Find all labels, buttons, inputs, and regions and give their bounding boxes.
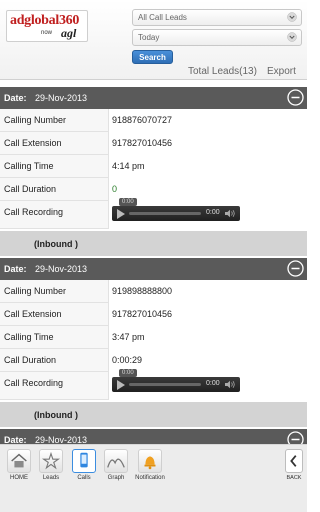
current-time-tooltip: 0:00	[119, 198, 137, 206]
call-extension-value: 917827010456	[108, 303, 307, 326]
back-label: BACK	[286, 475, 302, 481]
top-header: adglobal360 now agl All Call Leads Today…	[0, 0, 307, 80]
record-date-header[interactable]: Date: 29-Nov-2013	[0, 87, 307, 109]
lead-filter-select[interactable]: All Call Leads	[132, 9, 302, 26]
graph-icon	[104, 449, 128, 473]
play-icon[interactable]	[117, 209, 125, 219]
home-icon	[7, 449, 31, 473]
field-label: Calling Number	[4, 286, 67, 296]
nav-leads[interactable]: Leads	[38, 449, 64, 481]
call-duration-value: 0:00:29	[108, 349, 307, 372]
total-time: 0:00	[206, 380, 220, 387]
calling-number-value: 919898888800	[108, 280, 307, 303]
call-extension-value: 917827010456	[108, 132, 307, 155]
field-label: Call Recording	[4, 378, 64, 388]
audio-player[interactable]: 0:00 0:00	[112, 198, 240, 221]
collapse-icon[interactable]	[287, 89, 304, 106]
calling-number-row: Calling Number 918876070727	[0, 109, 307, 132]
bell-icon	[138, 449, 162, 473]
date-label: Date:	[4, 264, 27, 274]
nav-graph-label: Graph	[107, 475, 125, 481]
audio-player[interactable]: 0:00 0:00	[112, 369, 240, 392]
nav-home-label: HOME	[10, 475, 28, 481]
period-filter-value: Today	[138, 33, 160, 42]
field-label: Calling Number	[4, 115, 67, 125]
logo-sub-text: now	[41, 30, 53, 36]
current-time-tooltip: 0:00	[119, 369, 137, 377]
call-duration-row: Call Duration 0:00:29	[0, 349, 307, 372]
seek-bar[interactable]	[129, 212, 201, 215]
field-label: Call Extension	[4, 309, 62, 319]
export-link[interactable]: Export	[267, 66, 296, 77]
back-button[interactable]: BACK	[284, 449, 304, 481]
field-label: Call Duration	[4, 355, 57, 365]
recording-cell: 0:00 0:00	[108, 369, 307, 400]
field-label: Calling Time	[4, 161, 54, 171]
field-label: Call Extension	[4, 138, 62, 148]
calling-time-value: 4:14 pm	[108, 155, 307, 178]
field-label: Call Duration	[4, 184, 57, 194]
period-filter-select[interactable]: Today	[132, 29, 302, 46]
field-label: Call Recording	[4, 207, 64, 217]
call-recording-row: Call Recording 0:00 0:00	[0, 198, 307, 229]
chevron-left-icon	[285, 449, 303, 473]
lead-filter-value: All Call Leads	[138, 13, 187, 22]
recording-cell: 0:00 0:00	[108, 198, 307, 229]
calling-time-row: Calling Time 3:47 pm	[0, 326, 307, 349]
collapse-icon[interactable]	[287, 260, 304, 277]
call-recording-row: Call Recording 0:00 0:00	[0, 369, 307, 400]
calling-number-value: 918876070727	[108, 109, 307, 132]
date-value: 29-Nov-2013	[35, 93, 88, 103]
app-logo: adglobal360 now agl	[6, 10, 88, 42]
total-time: 0:00	[206, 209, 220, 216]
logo-agl-text: agl	[61, 26, 77, 40]
seek-bar[interactable]	[129, 383, 201, 386]
search-button[interactable]: Search	[132, 50, 173, 64]
field-label: Calling Time	[4, 332, 54, 342]
nav-home[interactable]: HOME	[6, 449, 32, 481]
phone-icon	[72, 449, 96, 473]
call-direction-label: (Inbound )	[0, 402, 307, 427]
call-duration-row: Call Duration 0	[0, 178, 307, 201]
nav-calls[interactable]: Calls	[71, 449, 97, 481]
date-label: Date:	[4, 93, 27, 103]
calling-time-value: 3:47 pm	[108, 326, 307, 349]
nav-notification-label: Notification	[135, 475, 165, 481]
nav-calls-label: Calls	[77, 475, 91, 481]
star-icon	[39, 449, 63, 473]
call-direction-label: (Inbound )	[0, 231, 307, 256]
call-extension-row: Call Extension 917827010456	[0, 303, 307, 326]
nav-leads-label: Leads	[42, 475, 60, 481]
total-leads-count: Total Leads(13)	[188, 66, 257, 77]
date-value: 29-Nov-2013	[35, 264, 88, 274]
bottom-navigation: HOME Leads Calls Graph Notification BACK	[0, 444, 307, 512]
calling-time-row: Calling Time 4:14 pm	[0, 155, 307, 178]
calling-number-row: Calling Number 919898888800	[0, 280, 307, 303]
call-duration-value: 0	[108, 178, 307, 201]
nav-notification[interactable]: Notification	[135, 449, 165, 481]
volume-icon[interactable]	[225, 380, 236, 389]
chevron-down-icon	[287, 12, 297, 22]
chevron-down-icon	[287, 32, 297, 42]
play-icon[interactable]	[117, 380, 125, 390]
call-extension-row: Call Extension 917827010456	[0, 132, 307, 155]
record-date-header[interactable]: Date: 29-Nov-2013	[0, 258, 307, 280]
volume-icon[interactable]	[225, 209, 236, 218]
nav-graph[interactable]: Graph	[103, 449, 129, 481]
